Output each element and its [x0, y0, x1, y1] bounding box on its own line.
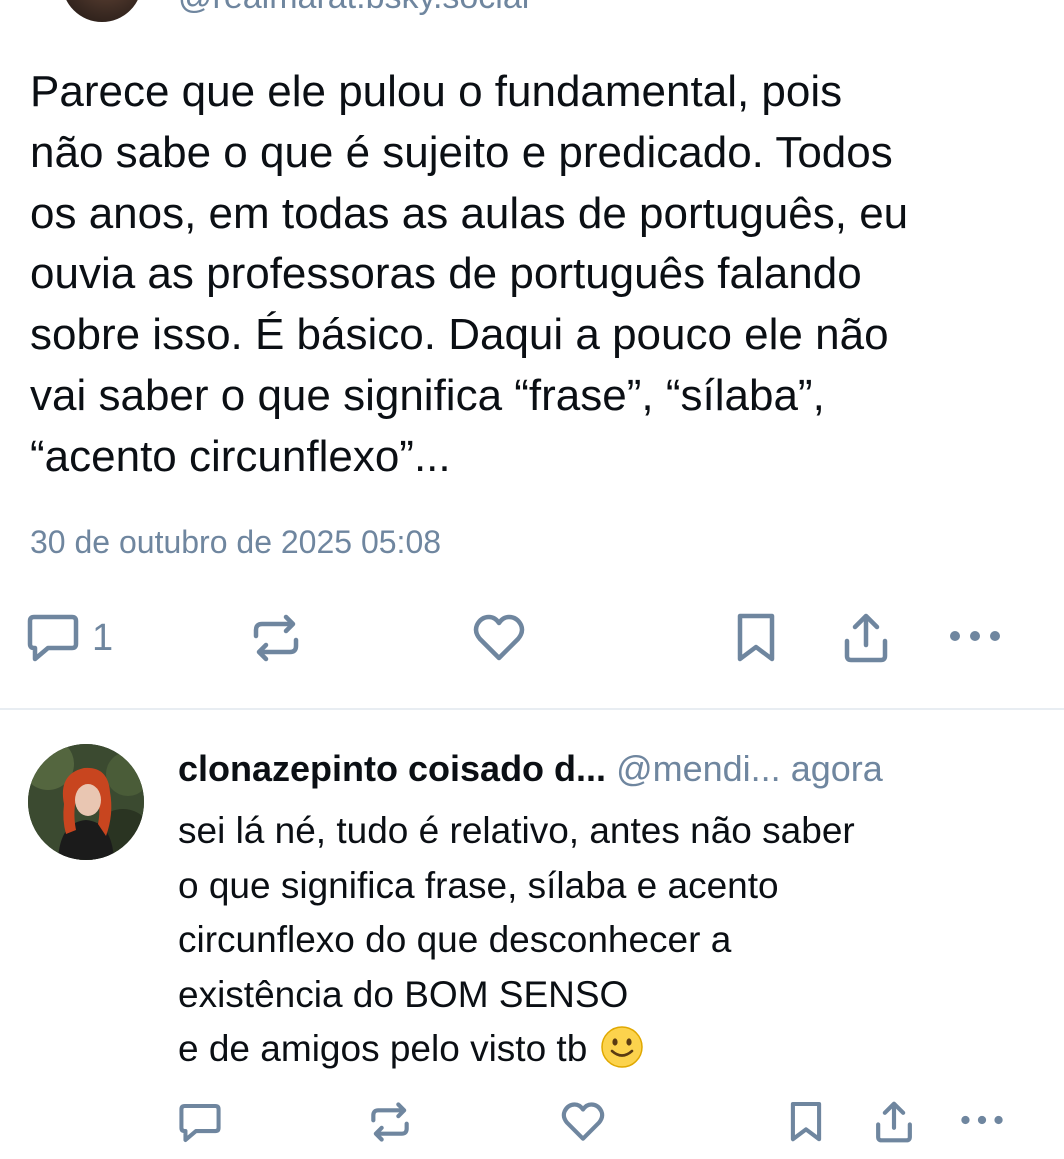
repost-button[interactable]: [250, 614, 302, 662]
post-text-line: ouvia as professoras de português faland…: [30, 249, 862, 299]
more-icon: [961, 1115, 1003, 1125]
reply-icon: [179, 1104, 221, 1142]
share-button[interactable]: [874, 1100, 914, 1144]
reply-text-line-last: e de amigos pelo visto tb: [178, 1022, 1038, 1077]
reply-button[interactable]: [178, 1102, 222, 1144]
reply-timestamp[interactable]: agora: [791, 748, 883, 789]
reply-icon: [27, 614, 79, 662]
post-text: Parece que ele pulou o fundamental, pois…: [30, 62, 1030, 488]
reply-handle[interactable]: @mendi...: [616, 748, 781, 789]
reply-display-name[interactable]: clonazepinto coisado d...: [178, 748, 606, 789]
like-button[interactable]: [560, 1102, 606, 1142]
bookmark-icon: [790, 1101, 822, 1142]
repost-button[interactable]: [368, 1102, 412, 1142]
reply-text-line: sei lá né, tudo é relativo, antes não sa…: [178, 810, 855, 851]
post-actions: 1: [0, 606, 1064, 670]
reply-text-line: o que significa frase, sílaba e acento: [178, 864, 779, 906]
reply-text: sei lá né, tudo é relativo, antes não sa…: [178, 804, 1038, 1077]
like-icon: [473, 614, 525, 661]
bookmark-button[interactable]: [734, 612, 778, 664]
post-timestamp[interactable]: 30 de outubro de 2025 05:08: [30, 524, 441, 561]
reply-avatar[interactable]: [28, 744, 144, 860]
post-text-line: vai saber o que significa “frase”, “síla…: [30, 370, 825, 420]
post-text-line: sobre isso. É básico. Daqui a pouco ele …: [30, 310, 889, 360]
reply-text-line: circunflexo do que desconhecer a: [178, 919, 732, 960]
post-text-line: os anos, em todas as aulas de português,…: [30, 188, 909, 238]
more-icon: [950, 631, 1000, 641]
bookmark-icon: [737, 613, 775, 662]
reply-button[interactable]: 1: [26, 612, 113, 664]
divider: [0, 708, 1064, 710]
reply-text-line: existência do BOM SENSO: [178, 973, 629, 1015]
slightly-smiling-face-emoji: [600, 1026, 643, 1068]
avatar-image: [28, 744, 144, 860]
author-handle[interactable]: @realmarat.bsky.social: [178, 0, 529, 17]
more-options-button[interactable]: [958, 1110, 1006, 1130]
post-text-line: não sabe o que é sujeito e predicado. To…: [30, 127, 893, 177]
more-options-button[interactable]: [946, 624, 1004, 648]
post-text-line: Parece que ele pulou o fundamental, pois: [30, 67, 843, 116]
share-button[interactable]: [842, 612, 890, 664]
like-button[interactable]: [472, 614, 526, 662]
reply-actions: [0, 1096, 1064, 1146]
reply-text-line: e de amigos pelo visto tb: [178, 1028, 588, 1069]
post-text-line: “acento circunflexo”...: [30, 431, 451, 481]
author-avatar[interactable]: [62, 0, 142, 22]
share-icon: [876, 1101, 912, 1143]
bookmark-button[interactable]: [788, 1100, 824, 1144]
repost-icon: [253, 614, 299, 662]
repost-icon: [371, 1102, 409, 1142]
share-icon: [844, 613, 888, 663]
reply-count: 1: [92, 617, 114, 659]
reply-header: clonazepinto coisado d... @mendi... agor…: [178, 744, 1028, 794]
like-icon: [561, 1102, 605, 1141]
